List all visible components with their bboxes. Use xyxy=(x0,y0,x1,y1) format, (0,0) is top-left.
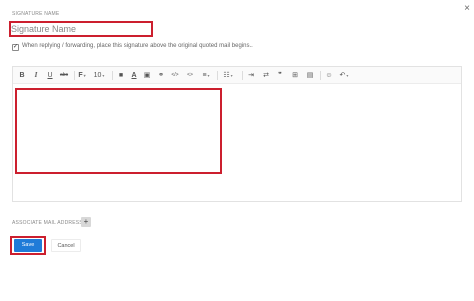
signature-name-label: SIGNATURE NAME xyxy=(12,11,60,17)
signature-name-highlight xyxy=(9,21,153,37)
chevron-down-icon: ▾ xyxy=(102,73,105,78)
background-color-icon[interactable]: A xyxy=(129,70,139,81)
emoji-icon[interactable]: ☺ xyxy=(324,70,334,81)
editor-toolbar: B I U abc F▾ 10▾ ■ A ▣ ⚭ </> <> ≡▾ ☷▾ ⇥ … xyxy=(13,67,461,84)
save-button-highlight xyxy=(10,236,46,255)
align-icon: ≡ xyxy=(202,72,207,79)
link-icon[interactable]: ⚭ xyxy=(156,70,166,81)
chevron-down-icon: ▾ xyxy=(207,73,210,78)
font-size-value: 10 xyxy=(93,72,102,79)
font-size-select[interactable]: 10▾ xyxy=(92,70,106,81)
cancel-button[interactable]: Cancel xyxy=(51,239,81,252)
undo-icon: ↶ xyxy=(339,72,346,79)
bold-button[interactable]: B xyxy=(17,70,27,81)
add-mail-address-button[interactable]: + xyxy=(81,217,91,227)
editor-content-highlight xyxy=(15,88,222,174)
align-button[interactable]: ≡▾ xyxy=(199,70,213,81)
text-color-icon[interactable]: ■ xyxy=(116,70,126,81)
toolbar-divider xyxy=(242,71,243,80)
chevron-down-icon: ▾ xyxy=(346,73,349,78)
toolbar-divider xyxy=(320,71,321,80)
indent-icon[interactable]: ⇥ xyxy=(246,70,256,81)
table-icon[interactable]: ⊞ xyxy=(290,70,300,81)
strikethrough-button[interactable]: abc xyxy=(58,70,70,81)
chevron-down-icon: ▾ xyxy=(230,73,233,78)
underline-button[interactable]: U xyxy=(45,70,55,81)
html-source-icon[interactable]: <> xyxy=(184,70,196,81)
close-icon[interactable]: × xyxy=(461,3,473,15)
outdent-icon[interactable]: ⇄ xyxy=(261,70,271,81)
code-icon[interactable]: </> xyxy=(169,70,181,81)
chevron-down-icon: ▾ xyxy=(83,73,86,78)
toolbar-divider xyxy=(74,71,75,80)
list-button[interactable]: ☷▾ xyxy=(221,70,235,81)
associate-mail-label: ASSOCIATE MAIL ADDRESS xyxy=(12,220,83,226)
toolbar-divider xyxy=(217,71,218,80)
italic-button[interactable]: I xyxy=(31,70,41,81)
placement-checkbox[interactable]: ✓ xyxy=(12,44,19,51)
placement-option-label: When replying / forwarding, place this s… xyxy=(22,43,253,49)
image-icon[interactable]: ▣ xyxy=(142,70,152,81)
toolbar-divider xyxy=(112,71,113,80)
font-family-button[interactable]: F▾ xyxy=(77,70,87,81)
list-icon: ☷ xyxy=(223,72,230,79)
blockquote-icon[interactable]: ❞ xyxy=(275,70,285,81)
font-family-label: F xyxy=(78,72,83,79)
media-icon[interactable]: ▤ xyxy=(305,70,315,81)
undo-button[interactable]: ↶▾ xyxy=(337,70,351,81)
